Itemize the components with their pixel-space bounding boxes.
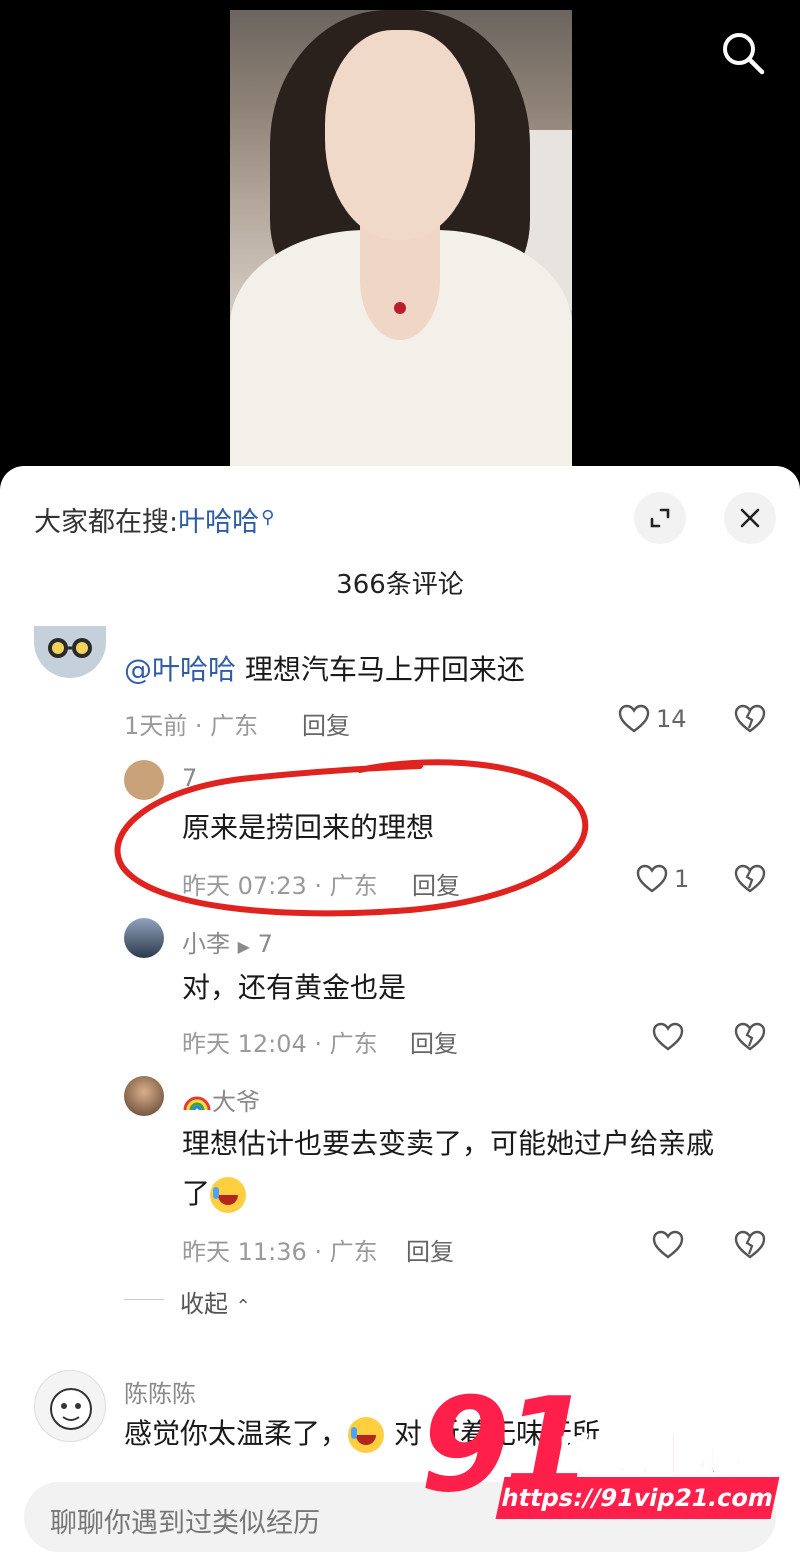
comment-sheet: 大家都在搜:叶哈哈 ⚲ 366条评论 @叶哈哈 理想汽车马上开回来还 1天前 · …: [0, 466, 800, 1553]
reply-to-username: 7: [257, 930, 273, 958]
comment-input-placeholder: 聊聊你遇到过类似经历: [50, 1508, 320, 1539]
comment-meta: 昨天 07:23 · 广东: [182, 872, 378, 900]
comment-body: 理想汽车马上开回来还: [244, 653, 525, 686]
laughing-crying-emoji-icon: [210, 1177, 247, 1213]
comment-body: 对，还有黄金也是: [182, 971, 407, 1004]
broken-heart-icon: [734, 704, 766, 733]
video-subject-pendant: [394, 302, 406, 314]
like-button[interactable]: [652, 1022, 684, 1052]
video-frame[interactable]: [230, 10, 572, 470]
avatar[interactable]: [124, 1076, 164, 1116]
collapse-divider: [124, 1299, 164, 1300]
comment-body-start: 感觉你太温柔了，: [124, 1417, 349, 1450]
broken-heart-icon: [734, 1022, 766, 1051]
laughing-crying-emoji-icon: [348, 1417, 385, 1453]
comment-meta: 昨天 12:04 · 广东: [182, 1030, 378, 1058]
video-subject-face: [325, 30, 475, 240]
heart-icon: [618, 704, 650, 733]
comment-body-mid: 对: [394, 1417, 423, 1450]
reply-button[interactable]: 回复: [410, 1024, 458, 1059]
username[interactable]: 小李 ▶ 7: [182, 924, 273, 959]
dislike-button[interactable]: [734, 1230, 766, 1264]
collapse-replies-button[interactable]: 收起 ⌃: [180, 1284, 251, 1319]
search-icon[interactable]: [718, 28, 768, 78]
comment-body-end: 听着无味无所: [432, 1417, 601, 1450]
comment-count-title: 366条评论: [336, 570, 464, 600]
comment-text: @叶哈哈 理想汽车马上开回来还: [124, 642, 525, 698]
hot-search-prefix: 大家都在搜:: [34, 507, 179, 538]
username[interactable]: 大爷: [182, 1082, 260, 1117]
comment-meta: 1天前 · 广东: [124, 712, 259, 740]
like-count: 1: [674, 865, 690, 893]
expand-icon: [650, 508, 670, 528]
like-button[interactable]: 1: [636, 864, 689, 894]
avatar[interactable]: [34, 1370, 106, 1442]
close-icon: [740, 508, 760, 528]
reply-button[interactable]: 回复: [302, 706, 350, 741]
hot-search-keyword[interactable]: 叶哈哈: [178, 507, 259, 538]
hot-search-bar[interactable]: 大家都在搜:叶哈哈 ⚲: [34, 500, 274, 539]
reply-arrow-icon: ▶: [237, 937, 250, 956]
expand-button[interactable]: [634, 492, 686, 544]
avatar[interactable]: [124, 760, 164, 800]
comment-body-tail: 了: [182, 1177, 211, 1210]
like-button[interactable]: 14: [618, 704, 687, 734]
reply-button[interactable]: 回复: [412, 866, 460, 901]
comment-body-line1: 理想估计也要去变卖了，可能她过户给亲戚: [182, 1127, 715, 1160]
comment-body-line2: 了: [182, 1166, 247, 1222]
chevron-up-icon: ⌃: [235, 1296, 251, 1317]
username[interactable]: 7: [182, 764, 197, 792]
username[interactable]: 陈陈陈: [124, 1374, 196, 1409]
reply-button[interactable]: 回复: [406, 1232, 454, 1267]
avatar[interactable]: [124, 918, 164, 958]
like-count: 14: [656, 705, 687, 733]
comment-body: 原来是捞回来的理想: [182, 811, 435, 844]
rainbow-icon: [182, 1090, 212, 1112]
username-text: 大爷: [212, 1088, 260, 1116]
heart-icon: [636, 864, 668, 893]
dislike-button[interactable]: [734, 864, 766, 898]
dislike-button[interactable]: [734, 704, 766, 738]
comment-meta: 昨天 11:36 · 广东: [182, 1238, 378, 1266]
user-mention[interactable]: @叶哈哈: [124, 653, 236, 686]
broken-heart-icon: [734, 864, 766, 893]
small-search-icon: ⚲: [261, 507, 275, 528]
avatar[interactable]: [34, 626, 106, 678]
close-button[interactable]: [724, 492, 776, 544]
heart-icon: [652, 1230, 684, 1259]
broken-heart-icon: [734, 1230, 766, 1259]
comment-body: 感觉你太温柔了， 对听着无味无所: [124, 1406, 600, 1462]
heart-icon: [652, 1022, 684, 1051]
username-text: 小李: [182, 930, 230, 958]
collapse-label: 收起: [180, 1290, 228, 1318]
dislike-button[interactable]: [734, 1022, 766, 1056]
video-player[interactable]: [0, 0, 800, 470]
like-button[interactable]: [652, 1230, 684, 1260]
comment-input-field[interactable]: 聊聊你遇到过类似经历: [24, 1482, 776, 1552]
